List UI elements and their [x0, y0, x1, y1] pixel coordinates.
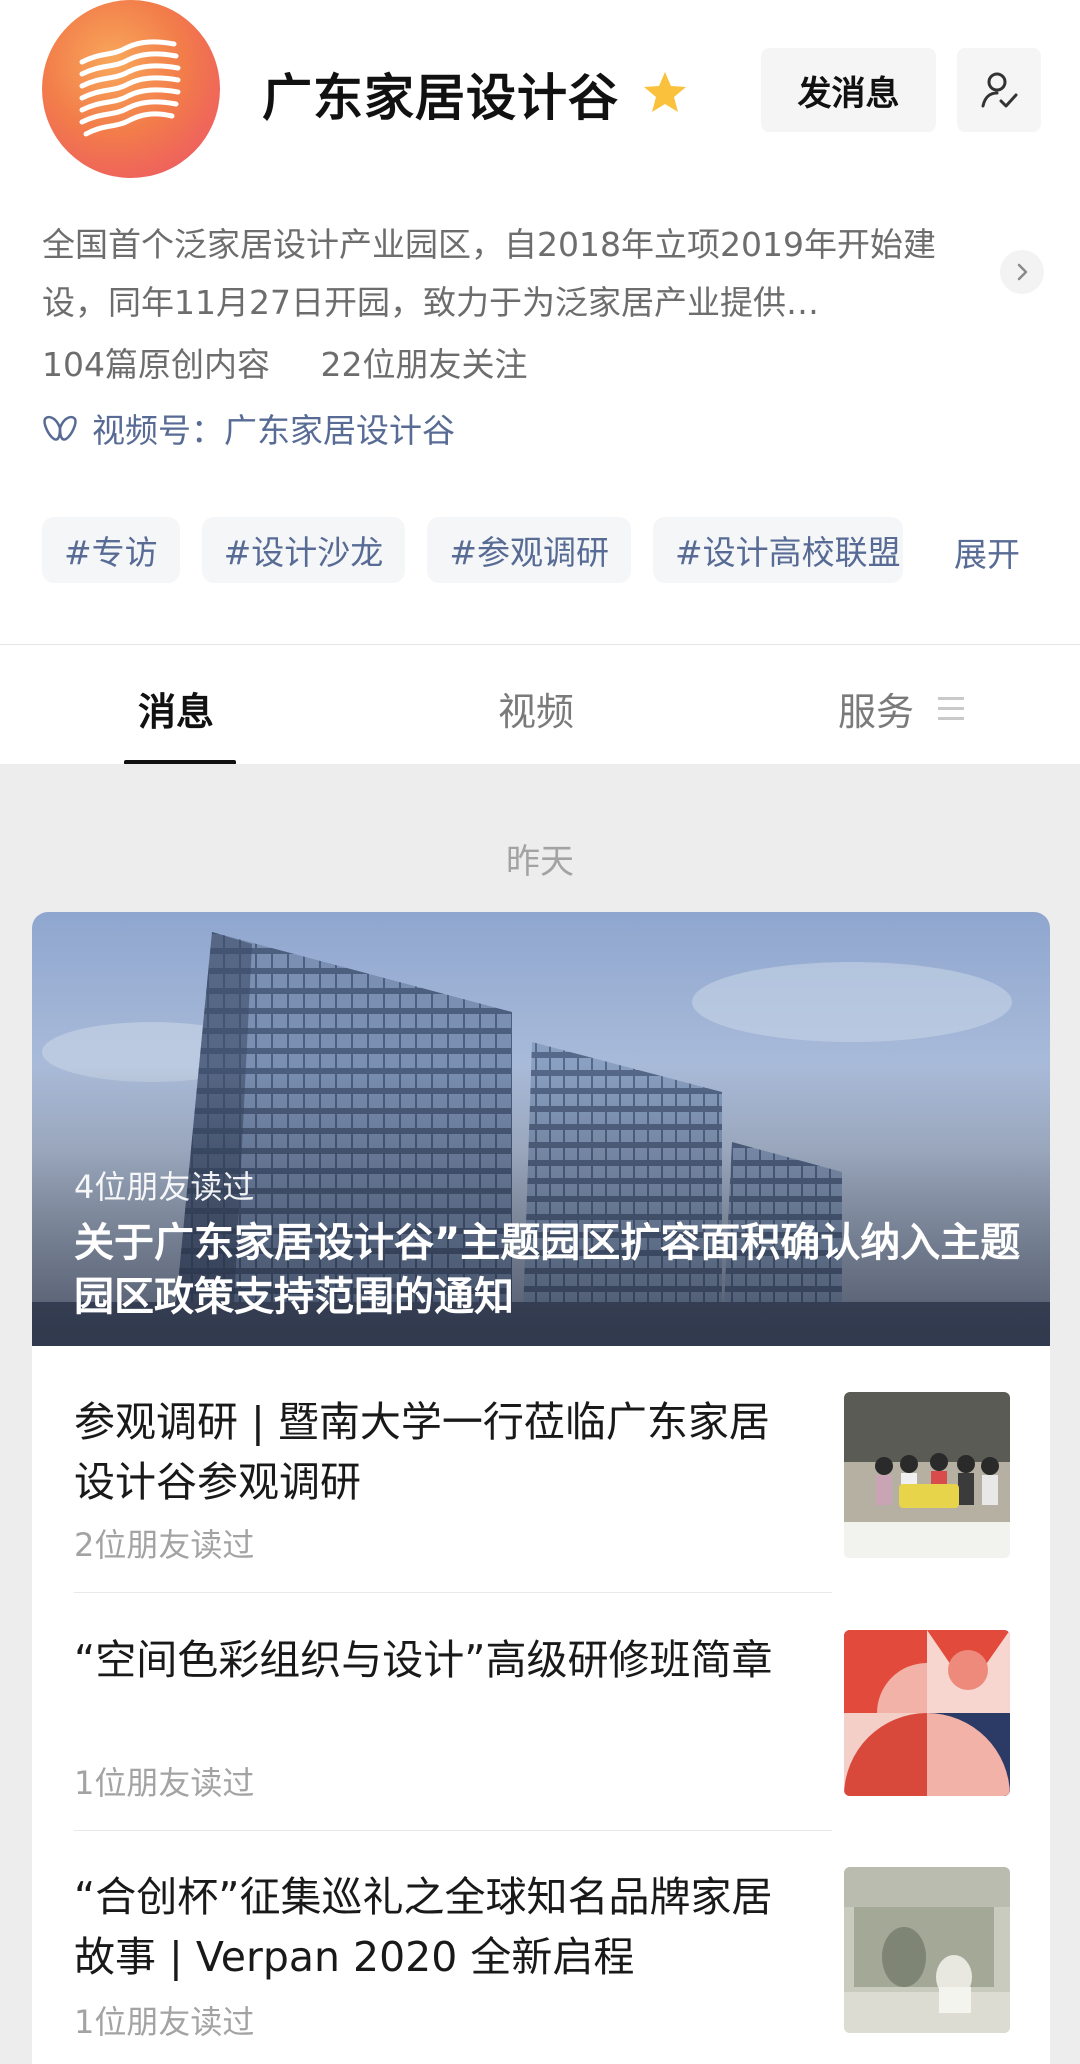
- video-channel-link[interactable]: 视频号：广东家居设计谷: [42, 404, 455, 452]
- article-item[interactable]: “空间色彩组织与设计”高级研修班简章 1位朋友读过: [74, 1630, 1010, 1802]
- tag-interview[interactable]: #专访: [42, 517, 180, 583]
- article-title: 参观调研 | 暨南大学一行莅临广东家居设计谷参观调研: [74, 1398, 770, 1506]
- tab-messages[interactable]: 消息: [138, 681, 214, 736]
- hero-article[interactable]: 4位朋友读过 关于广东家居设计谷”主题园区扩容面积确认纳入主题园区政策支持范围的…: [32, 912, 1050, 1346]
- article-thumbnail: [844, 1630, 1010, 1796]
- date-divider: 昨天: [506, 842, 574, 882]
- account-stats: 104篇原创内容 22位朋友关注: [42, 338, 528, 386]
- tag-visit-research[interactable]: #参观调研: [427, 517, 631, 583]
- tab-videos[interactable]: 视频: [498, 681, 574, 736]
- topic-tags: #专访 #设计沙龙 #参观调研 #设计高校联盟: [42, 516, 1042, 584]
- article-read-by: 1位朋友读过: [74, 2003, 255, 2041]
- article-divider: [74, 1830, 832, 1831]
- profile-page: 广东家居设计谷 发消息 全国首个泛家居设计产业园区，自2018年立项2019年开…: [0, 0, 1080, 2064]
- video-channel-label: 视频号：广东家居设计谷: [92, 411, 455, 450]
- article-thumbnail: [844, 1867, 1010, 2033]
- tag-university-alliance[interactable]: #设计高校联盟: [652, 517, 903, 583]
- tag-design-salon[interactable]: #设计沙龙: [201, 517, 406, 583]
- menu-icon[interactable]: [938, 697, 964, 720]
- article-title: “合创杯”征集巡礼之全球知名品牌家居故事 | Verpan 2020 全新启程: [74, 1873, 773, 1981]
- expand-tags-button[interactable]: 展开: [954, 528, 1020, 576]
- article-divider: [74, 1592, 832, 1593]
- hero-title: 关于广东家居设计谷”主题园区扩容面积确认纳入主题园区政策支持范围的通知: [74, 1220, 1021, 1320]
- content-tabs: 消息 视频 服务: [0, 644, 1080, 765]
- account-name[interactable]: 广东家居设计谷: [262, 58, 619, 130]
- avatar-logo-mark: [79, 39, 181, 137]
- article-read-by: 1位朋友读过: [74, 1764, 255, 1802]
- article-group-card: 4位朋友读过 关于广东家居设计谷”主题园区扩容面积确认纳入主题园区政策支持范围的…: [32, 912, 1050, 2064]
- account-description[interactable]: 全国首个泛家居设计产业园区，自2018年立项2019年开始建设，同年11月27日…: [42, 216, 992, 332]
- article-thumbnail: [844, 1392, 1010, 1558]
- profile-header: 广东家居设计谷 发消息 全国首个泛家居设计产业园区，自2018年立项2019年开…: [0, 0, 1080, 644]
- article-item[interactable]: 参观调研 | 暨南大学一行莅临广东家居设计谷参观调研 2位朋友读过: [74, 1392, 1010, 1564]
- article-item[interactable]: “合创杯”征集巡礼之全球知名品牌家居故事 | Verpan 2020 全新启程 …: [74, 1867, 1010, 2041]
- message-feed: 昨天 4位朋友读过 关于广东家居设计谷”主题园区扩容面积确认纳入主题园区政策支持…: [0, 764, 1080, 2064]
- person-check-icon: [981, 72, 1018, 108]
- tab-services[interactable]: 服务: [838, 681, 914, 736]
- follow-button[interactable]: [957, 48, 1041, 132]
- butterfly-icon: [43, 415, 77, 441]
- send-message-button[interactable]: 发消息: [761, 48, 936, 132]
- star-icon: [644, 72, 686, 112]
- friends-following: 22位朋友关注: [320, 345, 528, 384]
- account-avatar[interactable]: [42, 0, 220, 178]
- hero-read-by: 4位朋友读过: [74, 1168, 255, 1206]
- article-read-by: 2位朋友读过: [74, 1526, 255, 1564]
- chevron-right-icon[interactable]: [1000, 250, 1044, 294]
- original-count: 104篇原创内容: [42, 345, 270, 384]
- article-title: “空间色彩组织与设计”高级研修班简章: [74, 1636, 773, 1684]
